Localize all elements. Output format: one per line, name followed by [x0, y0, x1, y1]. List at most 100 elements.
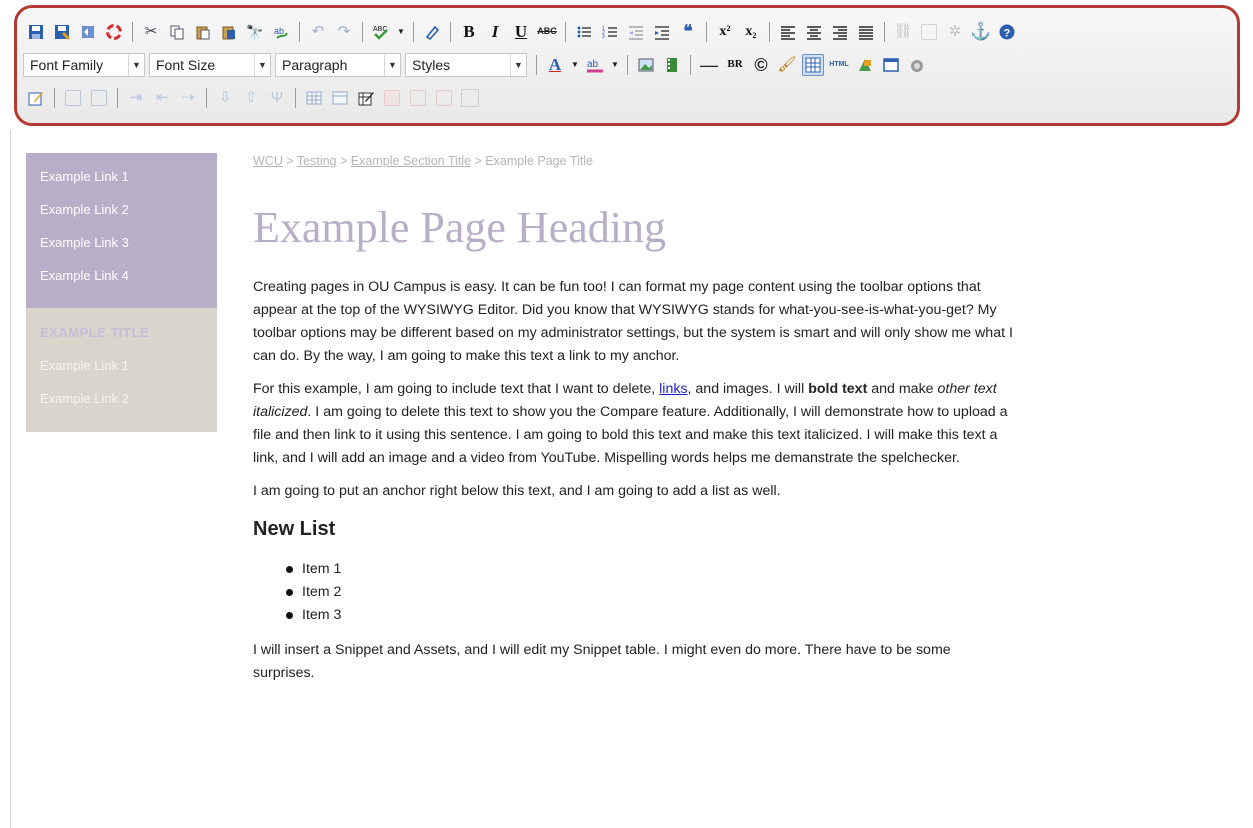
- breadcrumb-link[interactable]: Testing: [297, 154, 337, 168]
- paragraph[interactable]: For this example, I am going to include …: [253, 378, 1013, 470]
- chevron-down-icon[interactable]: ▼: [610, 54, 620, 76]
- sidebar-link[interactable]: Example Link 1: [40, 165, 217, 198]
- help-icon[interactable]: ?: [996, 21, 1018, 43]
- italic-button[interactable]: I: [484, 21, 506, 43]
- separator: [627, 54, 628, 75]
- list-item[interactable]: Item 1: [286, 558, 1013, 581]
- strikethrough-button[interactable]: ABC: [536, 21, 558, 43]
- sidebar-link[interactable]: Example Link 4: [40, 264, 217, 297]
- find-icon[interactable]: 🔭: [244, 21, 266, 43]
- align-right-icon[interactable]: [829, 21, 851, 43]
- list-item[interactable]: Item 2: [286, 581, 1013, 604]
- delete-row-icon[interactable]: ⇢: [177, 87, 199, 109]
- indent-icon[interactable]: [651, 21, 673, 43]
- anchor-icon[interactable]: ⚓: [970, 21, 992, 43]
- clean-formatting-icon[interactable]: [421, 21, 443, 43]
- cut-icon[interactable]: ✂: [140, 21, 162, 43]
- layer-move-icon[interactable]: [433, 87, 455, 109]
- insert-row-before-icon[interactable]: ⇥: [125, 87, 147, 109]
- sidebar-link[interactable]: Example Link 2: [40, 387, 217, 420]
- list-item[interactable]: Item 3: [286, 604, 1013, 627]
- breadcrumb-link[interactable]: WCU: [253, 154, 283, 168]
- chevron-down-icon: ▼: [384, 53, 400, 76]
- link-icon[interactable]: ⛓: [892, 21, 914, 43]
- save-as-icon[interactable]: [51, 21, 73, 43]
- font-family-select[interactable]: Font Family ▼: [23, 52, 145, 77]
- outdent-icon[interactable]: [625, 21, 647, 43]
- paste-icon[interactable]: [192, 21, 214, 43]
- line-break-button[interactable]: BR: [724, 54, 746, 76]
- insert-asset-icon[interactable]: [880, 54, 902, 76]
- spellcheck-icon[interactable]: ABC: [370, 21, 392, 43]
- table-edit-icon[interactable]: [355, 87, 377, 109]
- insert-col-after-icon[interactable]: ⇧: [240, 87, 262, 109]
- highlight-color-icon[interactable]: ab: [584, 54, 606, 76]
- superscript-button[interactable]: x²: [714, 21, 736, 43]
- styles-select[interactable]: Styles ▼: [405, 52, 527, 77]
- save-icon[interactable]: [25, 21, 47, 43]
- inline-link[interactable]: links: [659, 381, 687, 397]
- page-heading[interactable]: Example Page Heading: [253, 202, 1013, 264]
- subscript-button[interactable]: x₂: [740, 21, 762, 43]
- sidebar-section-title: EXAMPLE TITLE: [40, 325, 150, 340]
- horizontal-rule-icon[interactable]: —: [698, 54, 720, 76]
- text-color-icon[interactable]: A: [544, 54, 566, 76]
- revert-icon[interactable]: [77, 21, 99, 43]
- align-center-icon[interactable]: [803, 21, 825, 43]
- split-cells-icon[interactable]: [303, 87, 325, 109]
- blockquote-icon[interactable]: ❝: [677, 21, 699, 43]
- cleanup-brush-icon[interactable]: 🖌: [776, 54, 798, 76]
- copy-icon[interactable]: [166, 21, 188, 43]
- html-source-button[interactable]: HTML: [828, 54, 850, 76]
- align-justify-icon[interactable]: [855, 21, 877, 43]
- unlink-icon[interactable]: [918, 21, 940, 43]
- gadgets-icon[interactable]: [906, 54, 928, 76]
- styles-label: Styles: [412, 56, 451, 73]
- sidebar-link[interactable]: Example Link 1: [40, 354, 217, 387]
- table-cell-props-icon[interactable]: [88, 87, 110, 109]
- layer-icon[interactable]: [407, 87, 429, 109]
- layer-absolute-icon[interactable]: [459, 87, 481, 109]
- bullet-list-icon[interactable]: [573, 21, 595, 43]
- bold-button[interactable]: B: [458, 21, 480, 43]
- paste-word-icon[interactable]: [218, 21, 240, 43]
- separator: [690, 54, 691, 75]
- paragraph[interactable]: I am going to put an anchor right below …: [253, 480, 1013, 503]
- paragraph-select[interactable]: Paragraph ▼: [275, 52, 401, 77]
- undo-icon[interactable]: ↶: [307, 21, 329, 43]
- separator: [769, 21, 770, 42]
- chevron-down-icon[interactable]: ▼: [570, 54, 580, 76]
- edit-note-icon[interactable]: [25, 87, 47, 109]
- numbered-list-icon[interactable]: 123: [599, 21, 621, 43]
- chevron-down-icon: ▼: [510, 53, 526, 76]
- chevron-down-icon[interactable]: ▼: [396, 21, 406, 43]
- insert-image-icon[interactable]: [635, 54, 657, 76]
- paragraph[interactable]: Creating pages in OU Campus is easy. It …: [253, 276, 1013, 368]
- delete-table-icon[interactable]: [381, 87, 403, 109]
- redo-icon[interactable]: ↷: [333, 21, 355, 43]
- insert-snippet-icon[interactable]: [854, 54, 876, 76]
- svg-text:ab: ab: [274, 26, 284, 36]
- remove-link-icon[interactable]: ✲: [944, 21, 966, 43]
- insert-row-after-icon[interactable]: ⇤: [151, 87, 173, 109]
- editor-toolbar: ✂ 🔭 ab ↶ ↷ ABC ▼ B I U ABC 123 ❝ x² x₂ ⛓: [14, 5, 1240, 126]
- delete-col-icon[interactable]: Ψ: [266, 87, 288, 109]
- list-heading[interactable]: New List: [253, 518, 1013, 546]
- table-row-props-icon[interactable]: [62, 87, 84, 109]
- bold-text: bold text: [808, 381, 868, 397]
- insert-media-icon[interactable]: [661, 54, 683, 76]
- sidebar-link[interactable]: Example Link 3: [40, 231, 217, 264]
- insert-col-before-icon[interactable]: ⇩: [214, 87, 236, 109]
- underline-button[interactable]: U: [510, 21, 532, 43]
- sidebar-link[interactable]: Example Link 2: [40, 198, 217, 231]
- paragraph[interactable]: I will insert a Snippet and Assets, and …: [253, 639, 1013, 685]
- font-size-select[interactable]: Font Size ▼: [149, 52, 271, 77]
- find-replace-icon[interactable]: ab: [270, 21, 292, 43]
- help-ring-icon[interactable]: [103, 21, 125, 43]
- toolbar-row-3: ⇥ ⇤ ⇢ ⇩ ⇧ Ψ: [23, 81, 1227, 114]
- breadcrumb-link[interactable]: Example Section Title: [351, 154, 471, 168]
- special-character-icon[interactable]: ©: [750, 54, 772, 76]
- insert-table-icon[interactable]: [802, 53, 824, 76]
- merge-cells-icon[interactable]: [329, 87, 351, 109]
- align-left-icon[interactable]: [777, 21, 799, 43]
